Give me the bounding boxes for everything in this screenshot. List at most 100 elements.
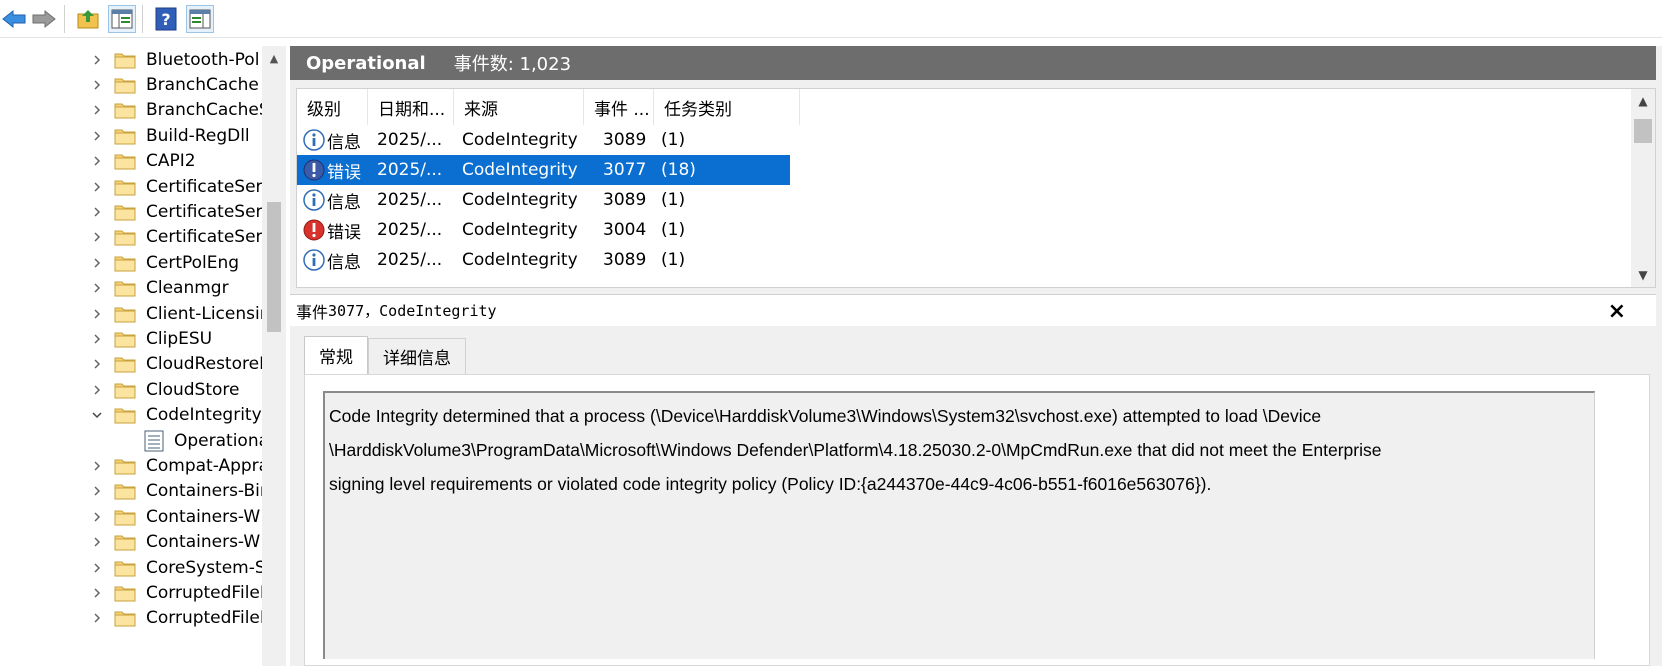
description-line: \HarddiskVolume3\ProgramData\Microsoft\W… [329,440,1382,460]
chevron-right-icon[interactable] [90,180,104,194]
tree-item-folder[interactable]: CertificateSer [0,173,262,200]
column-task-category[interactable]: 任务类别 [654,89,800,125]
folder-icon [114,203,136,221]
column-level[interactable]: 级别 [297,89,368,125]
detail-tabs: 常规 详细信息 [304,336,466,374]
event-source: CodeIntegrity [462,250,578,270]
chevron-right-icon[interactable] [90,53,104,67]
show-hide-tree-icon[interactable] [108,5,136,33]
scroll-thumb[interactable] [267,202,281,332]
chevron-right-icon[interactable] [90,535,104,549]
toolbar-separator [64,5,65,33]
tree-item-folder[interactable]: Containers-W [0,529,262,556]
tree-item-folder[interactable]: CodeIntegrity [0,402,262,429]
chevron-right-icon[interactable] [90,332,104,346]
event-task-category: (1) [661,250,686,270]
chevron-right-icon[interactable] [90,256,104,270]
show-hide-action-pane-icon[interactable] [186,5,214,33]
chevron-right-icon[interactable] [90,383,104,397]
chevron-right-icon[interactable] [90,459,104,473]
event-row[interactable]: 错误 2025/... CodeIntegrity 3077 (18) [297,155,790,185]
tree-item-label: Containers-Bir [146,481,262,502]
folder-icon [114,508,136,526]
tree-item-folder[interactable]: CorruptedFileI [0,605,262,632]
scroll-thumb[interactable] [1634,119,1652,143]
list-scrollbar[interactable]: ▲ ▼ [1631,89,1655,287]
event-date: 2025/... [377,220,443,240]
tree-item-log[interactable]: Operationa [0,427,264,454]
event-row[interactable]: 错误 2025/... CodeIntegrity 3004 (1) [297,215,790,245]
column-date[interactable]: 日期和... [368,89,454,125]
folder-icon [114,381,136,399]
tree-item-folder[interactable]: BranchCache [0,71,262,98]
tree-item-folder[interactable]: Client-Licensir [0,300,262,327]
close-detail-button[interactable]: × [1608,299,1626,324]
tree-scrollbar[interactable]: ▲ [262,46,286,666]
event-description[interactable]: Code Integrity determined that a process… [323,391,1595,659]
description-line: signing level requirements or violated c… [329,474,1212,494]
chevron-right-icon[interactable] [90,154,104,168]
tree-item-folder[interactable]: CloudRestoreI [0,351,262,378]
folder-icon [114,305,136,323]
tree-item-label: CorruptedFileI [146,582,262,603]
tree-item-folder[interactable]: CloudStore [0,376,262,403]
tree-item-folder[interactable]: Cleanmgr [0,275,262,302]
tree-item-folder[interactable]: CertPolEng [0,249,262,276]
tree-item-folder[interactable]: Containers-Bir [0,478,262,505]
tree-item-folder[interactable]: CoreSystem-S [0,554,262,581]
back-icon[interactable] [0,5,28,33]
general-tab-body: Code Integrity determined that a process… [304,374,1650,666]
forward-icon[interactable] [30,5,58,33]
chevron-right-icon[interactable] [90,103,104,117]
tree-item-folder[interactable]: Build-RegDll [0,122,262,149]
tab-general[interactable]: 常规 [304,336,368,374]
tree-item-folder[interactable]: ClipESU [0,325,262,352]
tree-item-folder[interactable]: Bluetooth-Pol [0,46,262,73]
tree-item-folder[interactable]: CorruptedFileI [0,579,262,606]
chevron-right-icon[interactable] [90,205,104,219]
event-row[interactable]: 信息 2025/... CodeIntegrity 3089 (1) [297,125,790,155]
tree-item-folder[interactable]: CertificateSer [0,224,262,251]
help-icon[interactable]: ? [152,5,180,33]
scroll-up-icon[interactable]: ▲ [1631,89,1655,113]
tree-item-folder[interactable]: CertificateSer [0,198,262,225]
chevron-right-icon[interactable] [90,484,104,498]
tree-item-label: CoreSystem-S [146,557,262,578]
tree-item-label: BranchCacheS [146,100,262,121]
chevron-down-icon[interactable] [90,408,104,422]
event-detail-title-bar: 事件 3077，CodeIntegrity × [290,294,1656,326]
tree-item-folder[interactable]: Compat-Appra [0,452,262,479]
log-header: Operational 事件数: 1,023 [290,46,1656,80]
scroll-up-icon[interactable]: ▲ [262,46,286,70]
chevron-right-icon[interactable] [90,281,104,295]
chevron-right-icon[interactable] [90,510,104,524]
event-row[interactable]: 信息 2025/... CodeIntegrity 3089 (1) [297,185,790,215]
column-source[interactable]: 来源 [454,89,584,125]
chevron-right-icon[interactable] [90,586,104,600]
tree-item-folder[interactable]: BranchCacheS [0,97,262,124]
info-icon [303,249,325,271]
chevron-right-icon[interactable] [90,129,104,143]
event-level: 信息 [327,132,361,153]
chevron-right-icon[interactable] [90,78,104,92]
chevron-right-icon[interactable] [90,230,104,244]
event-level: 信息 [327,252,361,273]
tree-item-label: CodeIntegrity [146,405,262,426]
tab-details[interactable]: 详细信息 [368,338,466,374]
tree-item-folder[interactable]: Containers-W [0,503,262,530]
folder-icon [114,76,136,94]
column-event-id[interactable]: 事件 ... [584,89,654,125]
chevron-right-icon[interactable] [90,357,104,371]
scroll-down-icon[interactable]: ▼ [1631,263,1655,287]
folder-icon [114,254,136,272]
chevron-right-icon[interactable] [90,611,104,625]
up-folder-icon[interactable] [74,5,102,33]
event-row[interactable]: 信息 2025/... CodeIntegrity 3089 (1) [297,245,790,275]
tree-item-label: CorruptedFileI [146,608,262,629]
tree-item-folder[interactable]: CAPI2 [0,148,262,175]
log-tree: Bluetooth-Pol BranchCache BranchCacheS Buil… [0,46,286,666]
event-task-category: (1) [661,130,686,150]
chevron-right-icon[interactable] [90,307,104,321]
tree-item-label: CertificateSer [146,201,262,222]
chevron-right-icon[interactable] [90,561,104,575]
